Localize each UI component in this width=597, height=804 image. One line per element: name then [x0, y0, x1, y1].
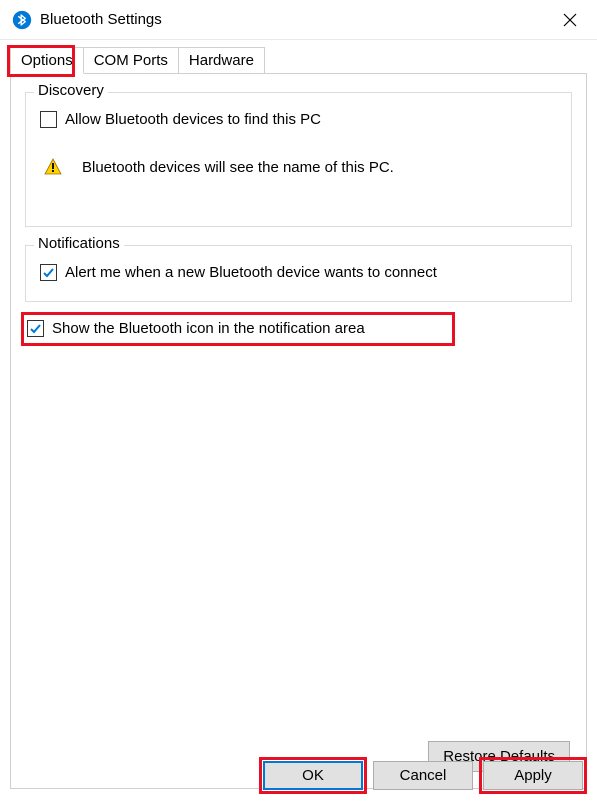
titlebar: Bluetooth Settings: [0, 0, 597, 40]
alert-label: Alert me when a new Bluetooth device wan…: [65, 264, 437, 281]
tabbar: Options COM Ports Hardware: [0, 42, 597, 73]
allow-find-checkbox[interactable]: [40, 111, 57, 128]
discovery-group: Discovery Allow Bluetooth devices to fin…: [25, 92, 572, 227]
discovery-group-label: Discovery: [34, 82, 108, 99]
cancel-button[interactable]: Cancel: [373, 761, 473, 790]
warning-icon: [44, 158, 62, 176]
tab-com-ports[interactable]: COM Ports: [83, 47, 179, 74]
cancel-button-wrap: Cancel: [373, 761, 473, 790]
ok-button-wrap: OK: [263, 761, 363, 790]
window-title: Bluetooth Settings: [40, 11, 547, 28]
tab-content: Discovery Allow Bluetooth devices to fin…: [10, 73, 587, 789]
dialog-buttons: OK Cancel Apply: [263, 761, 583, 790]
allow-find-row[interactable]: Allow Bluetooth devices to find this PC: [40, 111, 557, 128]
close-icon: [563, 13, 577, 27]
notifications-group-label: Notifications: [34, 235, 124, 252]
tab-hardware[interactable]: Hardware: [178, 47, 265, 74]
alert-row[interactable]: Alert me when a new Bluetooth device wan…: [40, 264, 557, 281]
tab-options[interactable]: Options: [10, 47, 84, 74]
show-icon-row[interactable]: Show the Bluetooth icon in the notificat…: [27, 320, 570, 337]
show-icon-checkbox[interactable]: [27, 320, 44, 337]
show-icon-label: Show the Bluetooth icon in the notificat…: [52, 320, 365, 337]
discovery-info-row: Bluetooth devices will see the name of t…: [44, 158, 557, 176]
ok-button[interactable]: OK: [263, 761, 363, 790]
notifications-group: Notifications Alert me when a new Blueto…: [25, 245, 572, 302]
allow-find-label: Allow Bluetooth devices to find this PC: [65, 111, 321, 128]
apply-button-wrap: Apply: [483, 761, 583, 790]
show-icon-container: Show the Bluetooth icon in the notificat…: [27, 320, 570, 337]
discovery-info-text: Bluetooth devices will see the name of t…: [82, 159, 394, 176]
close-button[interactable]: [547, 1, 593, 39]
alert-checkbox[interactable]: [40, 264, 57, 281]
apply-button[interactable]: Apply: [483, 761, 583, 790]
bluetooth-icon: [12, 10, 32, 30]
